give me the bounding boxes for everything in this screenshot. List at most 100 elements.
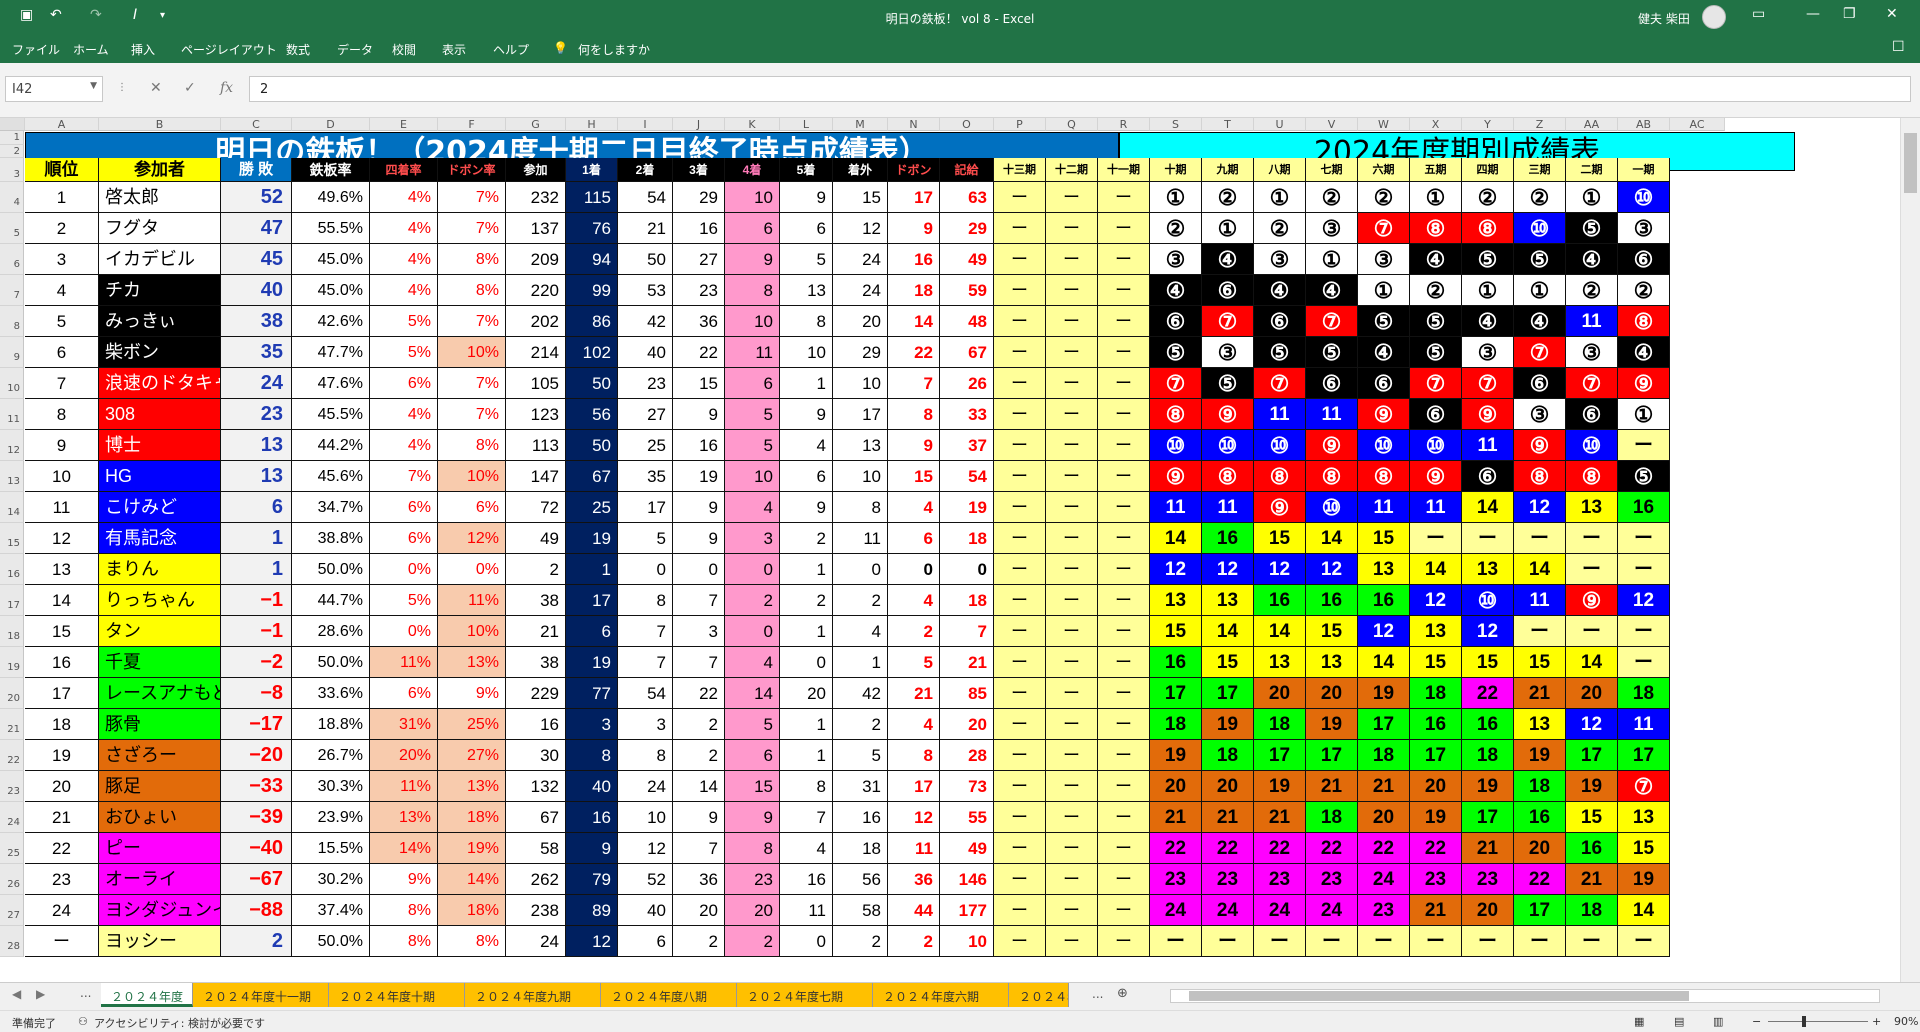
table-cell[interactable]: 20%	[370, 740, 438, 771]
table-cell[interactable]: 8	[25, 399, 99, 430]
table-cell[interactable]: 22	[1410, 833, 1462, 864]
table-cell[interactable]: ②	[1410, 275, 1462, 306]
table-cell[interactable]: 19	[1306, 709, 1358, 740]
table-cell[interactable]: ー	[994, 647, 1046, 678]
table-cell[interactable]: 21	[1462, 833, 1514, 864]
table-cell[interactable]: 7	[25, 368, 99, 399]
table-cell[interactable]: 15	[1618, 833, 1670, 864]
table-cell[interactable]: ②	[1618, 275, 1670, 306]
table-cell[interactable]: 18	[1306, 802, 1358, 833]
table-cell[interactable]: 15	[1410, 647, 1462, 678]
table-cell[interactable]: 11	[1202, 492, 1254, 523]
table-cell[interactable]: 千夏	[99, 647, 221, 678]
name-box[interactable]: I42 ▼	[5, 76, 103, 102]
column-header[interactable]: J	[673, 118, 725, 131]
table-cell[interactable]: 20	[725, 895, 780, 926]
ribbon-display-icon[interactable]: ▭	[1752, 6, 1765, 22]
sheet-tab[interactable]: ２０２４年度七期	[737, 983, 873, 1007]
table-cell[interactable]: 30.2%	[292, 864, 370, 895]
row-header[interactable]: 17	[0, 585, 24, 616]
table-cell[interactable]: 23	[618, 368, 673, 399]
table-cell[interactable]: ー	[994, 926, 1046, 957]
table-cell[interactable]: ②	[1306, 182, 1358, 213]
table-cell[interactable]: 4	[888, 709, 940, 740]
table-cell[interactable]: 6%	[438, 492, 506, 523]
table-cell[interactable]: 4	[725, 492, 780, 523]
table-cell[interactable]: 5	[618, 523, 673, 554]
table-cell[interactable]: 31	[833, 771, 888, 802]
table-cell[interactable]: 13	[1202, 585, 1254, 616]
scroll-thumb[interactable]	[1904, 133, 1917, 193]
table-cell[interactable]: 27%	[438, 740, 506, 771]
table-cell[interactable]: 20	[1566, 678, 1618, 709]
table-cell[interactable]: ⑥	[1202, 275, 1254, 306]
table-cell[interactable]: 6%	[370, 523, 438, 554]
table-cell[interactable]: ー	[1098, 554, 1150, 585]
table-cell[interactable]: 17	[1618, 740, 1670, 771]
column-header[interactable]: T	[1202, 118, 1254, 131]
table-cell[interactable]: ⑩	[1566, 430, 1618, 461]
table-cell[interactable]: 6	[725, 213, 780, 244]
table-cell[interactable]: ヨッシー	[99, 926, 221, 957]
comment-icon[interactable]: ☐	[1892, 39, 1905, 55]
table-cell[interactable]: ①	[1514, 275, 1566, 306]
table-cell[interactable]: ⑧	[1202, 461, 1254, 492]
table-cell[interactable]: 19	[1358, 678, 1410, 709]
table-cell[interactable]: ⑦	[1358, 213, 1410, 244]
table-cell[interactable]: 262	[506, 864, 566, 895]
table-cell[interactable]: ⑧	[1150, 399, 1202, 430]
table-cell[interactable]: ー	[1098, 771, 1150, 802]
table-cell[interactable]: 11	[1254, 399, 1306, 430]
table-cell[interactable]: 13	[1462, 554, 1514, 585]
table-cell[interactable]: ③	[1254, 244, 1306, 275]
table-cell[interactable]: 37	[940, 430, 994, 461]
table-cell[interactable]: 2	[673, 709, 725, 740]
table-cell[interactable]: 38	[506, 647, 566, 678]
table-cell[interactable]: 16	[566, 802, 618, 833]
table-cell[interactable]: ー	[1566, 523, 1618, 554]
table-cell[interactable]: 18	[1514, 771, 1566, 802]
table-cell[interactable]: ⑤	[1150, 337, 1202, 368]
table-cell[interactable]: 18.8%	[292, 709, 370, 740]
table-cell[interactable]: ⑨	[1358, 399, 1410, 430]
table-cell[interactable]: 36	[673, 306, 725, 337]
table-cell[interactable]: 132	[506, 771, 566, 802]
table-cell[interactable]: ー	[994, 833, 1046, 864]
next-sheet-icon[interactable]: ▶	[36, 987, 45, 1001]
table-cell[interactable]: ⑥	[1254, 306, 1306, 337]
table-cell[interactable]: 11%	[370, 647, 438, 678]
table-cell[interactable]: ②	[1514, 182, 1566, 213]
table-cell[interactable]: 2	[673, 926, 725, 957]
table-cell[interactable]: ー	[994, 554, 1046, 585]
table-cell[interactable]: ②	[1358, 182, 1410, 213]
table-cell[interactable]: 29	[833, 337, 888, 368]
table-cell[interactable]: 17	[1254, 740, 1306, 771]
table-cell[interactable]: 50	[566, 368, 618, 399]
table-cell[interactable]: 10	[725, 182, 780, 213]
table-cell[interactable]: 2	[780, 523, 833, 554]
row-header[interactable]: 20	[0, 678, 24, 709]
table-cell[interactable]: 7%	[438, 213, 506, 244]
table-cell[interactable]: 11	[725, 337, 780, 368]
column-header[interactable]: E	[370, 118, 438, 131]
column-header[interactable]: H	[566, 118, 618, 131]
table-cell[interactable]: 9%	[370, 864, 438, 895]
table-cell[interactable]: ー	[1514, 523, 1566, 554]
prev-sheet-icon[interactable]: ◀	[12, 987, 21, 1001]
table-cell[interactable]: 202	[506, 306, 566, 337]
table-cell[interactable]: 2	[833, 709, 888, 740]
table-cell[interactable]: 15	[1566, 802, 1618, 833]
table-cell[interactable]: ⑦	[1514, 337, 1566, 368]
table-cell[interactable]: 49	[940, 244, 994, 275]
table-cell[interactable]: 36	[888, 864, 940, 895]
table-cell[interactable]: 6%	[370, 678, 438, 709]
row-header[interactable]: 21	[0, 709, 24, 740]
row-header[interactable]: 27	[0, 895, 24, 926]
table-cell[interactable]: 5%	[370, 585, 438, 616]
table-cell[interactable]: 47.6%	[292, 368, 370, 399]
table-cell[interactable]: イカデビル	[99, 244, 221, 275]
table-cell[interactable]: ー	[1098, 802, 1150, 833]
table-cell[interactable]: さざろー	[99, 740, 221, 771]
table-cell[interactable]: ①	[1150, 182, 1202, 213]
table-cell[interactable]: 7%	[438, 368, 506, 399]
